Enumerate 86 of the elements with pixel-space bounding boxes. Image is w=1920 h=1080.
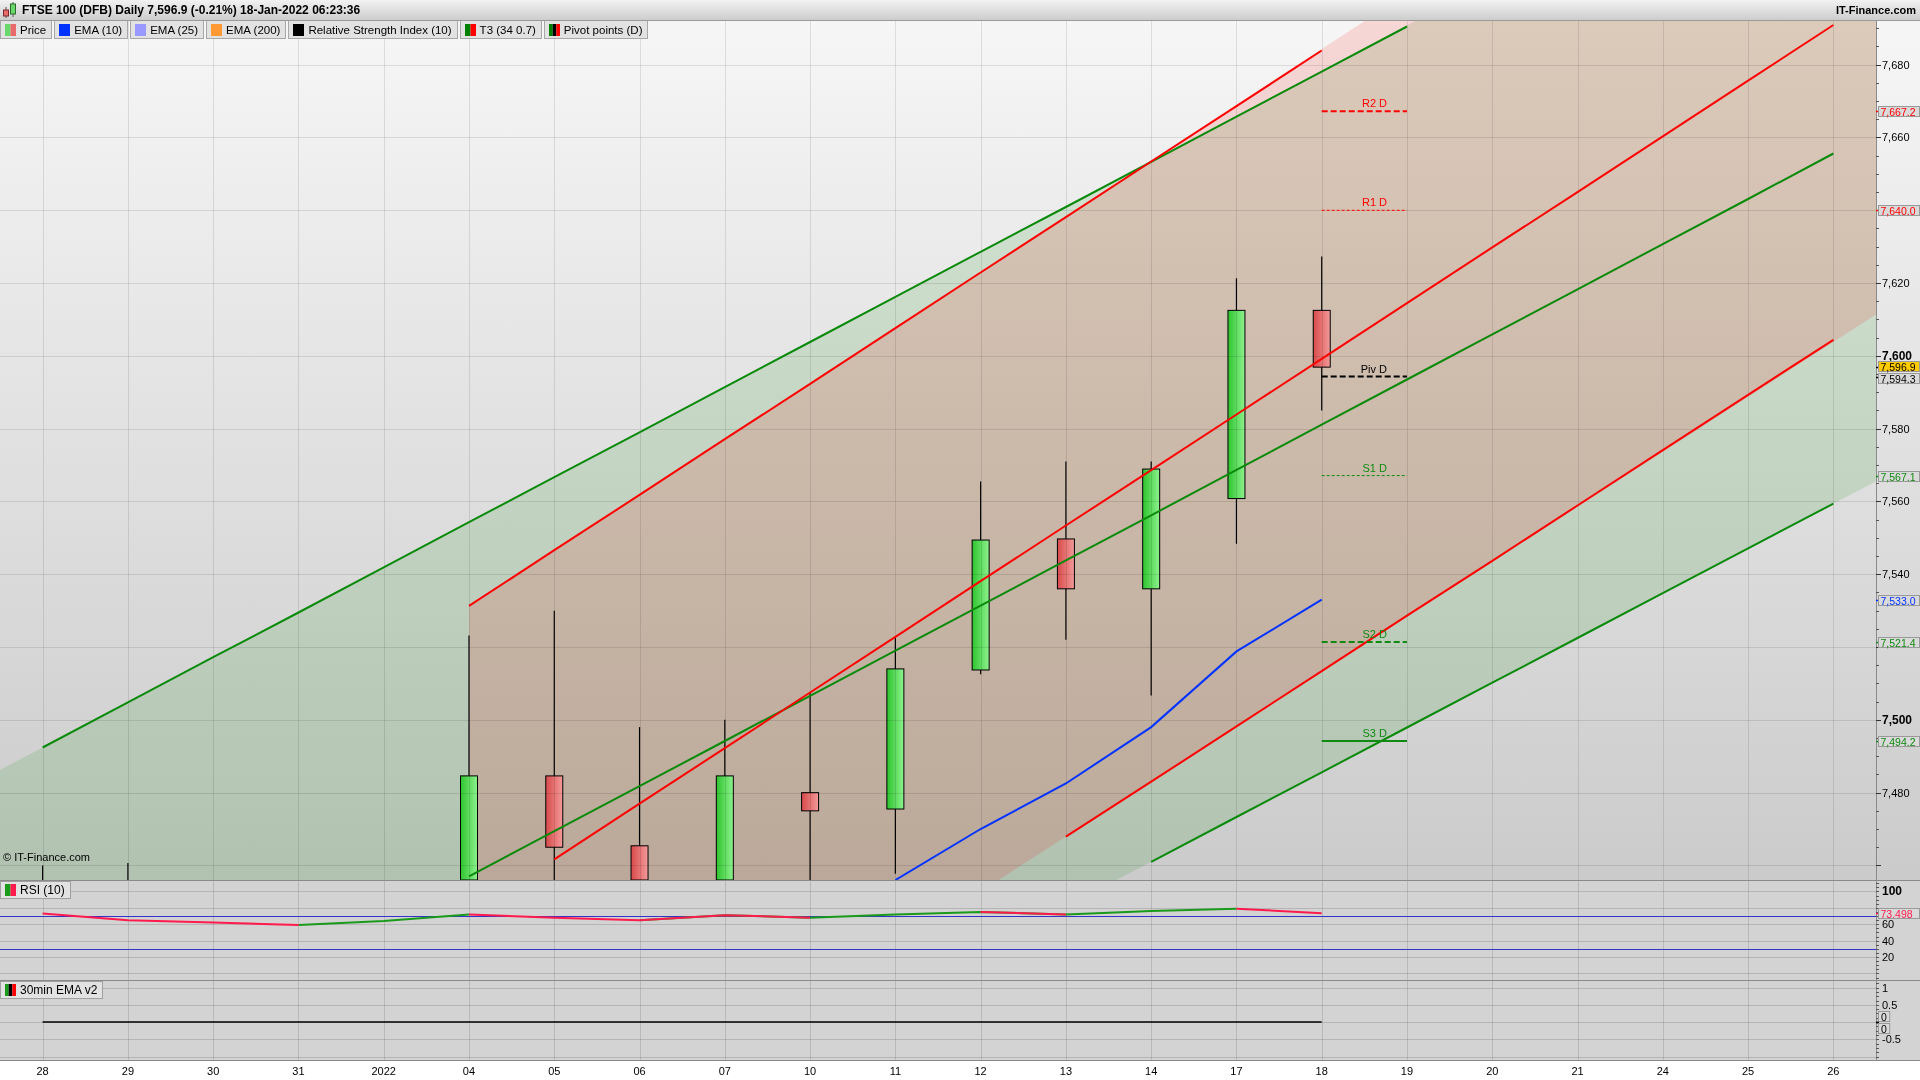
- price-axis-label: 7,500: [1882, 712, 1913, 727]
- annotation: 0: [1881, 1010, 1887, 1023]
- value-tag: 7,567.1: [1875, 470, 1920, 483]
- date-label: 26: [1827, 1063, 1840, 1078]
- y-tick-label: 7,521.4: [1880, 636, 1916, 649]
- y-tick-label: 7,667.2: [1880, 105, 1916, 118]
- date-label: 14: [1145, 1063, 1158, 1078]
- legend-label: EMA (25): [150, 23, 199, 36]
- price-axis-label: 7,620: [1882, 277, 1910, 290]
- y-tick-label: 7,594.3: [1880, 372, 1916, 385]
- pivot-label: R2 D: [1361, 97, 1387, 110]
- date-label: 21: [1571, 1063, 1584, 1078]
- price-axis-label: 7,600: [1882, 348, 1913, 363]
- color-swatch-icon: [135, 23, 147, 36]
- date-label: 06: [633, 1063, 646, 1078]
- date-label: 19: [1400, 1063, 1414, 1078]
- site-name: IT-Finance.com: [1835, 4, 1916, 16]
- pivot-label: S3 D: [1362, 726, 1387, 739]
- y-tick-label: 73.498: [1880, 907, 1913, 920]
- price-axis-label: 7,540: [1882, 568, 1910, 581]
- color-swatch-icon: [464, 23, 476, 36]
- color-swatch-icon: [5, 884, 16, 896]
- date-label: 2022: [371, 1063, 396, 1078]
- legend-label: EMA (200): [226, 23, 281, 36]
- value-tag: 7,596.9: [1875, 360, 1920, 373]
- candlestick-icon: [2, 1, 18, 19]
- date-label: 10: [803, 1063, 817, 1078]
- date-label: 24: [1656, 1063, 1669, 1078]
- color-swatch-icon: [293, 23, 305, 36]
- date-label: 28: [36, 1063, 49, 1078]
- date-label: 31: [292, 1063, 305, 1078]
- color-swatch-icon: [548, 23, 560, 36]
- y-tick-label: 7,494.2: [1880, 735, 1916, 748]
- value-tag: 7,521.4: [1875, 636, 1920, 649]
- y-tick-label: 7,640.0: [1880, 204, 1916, 217]
- date-label: 18: [1315, 1063, 1328, 1078]
- legend-label: Relative Strength Index (10): [308, 23, 452, 36]
- value-tag: 7,640.0: [1875, 204, 1920, 217]
- value-tag: 0: [1875, 1021, 1891, 1035]
- date-label: 25: [1741, 1063, 1755, 1078]
- value-tag: 73.498: [1875, 907, 1920, 920]
- price-axis-label: 7,680: [1882, 58, 1910, 71]
- y-tick-label: 7,533.0: [1880, 594, 1916, 607]
- date-label: 20: [1486, 1063, 1499, 1078]
- value-tag: 7,494.2: [1875, 735, 1920, 748]
- annotation: 0: [1881, 1022, 1887, 1035]
- pivot-label: Piv D: [1360, 362, 1387, 375]
- color-swatch-icon: [59, 23, 71, 36]
- date-label: 12: [974, 1063, 987, 1078]
- rsi-axis-label: 60: [1882, 918, 1895, 931]
- indicator-name: 30min EMA v2: [20, 983, 98, 997]
- color-swatch-icon: [5, 23, 16, 36]
- date-label: 04: [462, 1063, 476, 1078]
- price-axis-label: 7,580: [1882, 422, 1910, 435]
- color-swatch-icon: [5, 984, 16, 996]
- date-label: 17: [1230, 1063, 1243, 1078]
- date-label: 11: [889, 1063, 902, 1078]
- indicator-name: RSI (10): [20, 883, 65, 897]
- indicator-axis-label: 1: [1882, 981, 1889, 994]
- legend-label: T3 (34 0.7): [479, 23, 536, 36]
- indicator-axis-label: -0.5: [1882, 1033, 1901, 1046]
- y-tick-label: 7,596.9: [1880, 360, 1916, 373]
- chart-title: FTSE 100 (DFB) Daily 7,596.9 (-0.21%) 18-Jan-2022 06:23:36: [22, 3, 361, 17]
- color-swatch-icon: [211, 23, 223, 36]
- pivot-label: S1 D: [1362, 461, 1387, 474]
- y-tick-label: 7,567.1: [1880, 470, 1916, 483]
- price-axis-label: 7,660: [1882, 131, 1910, 144]
- copyright-text: © IT-Finance.com: [3, 851, 90, 863]
- legend-label: Pivot points (D): [563, 23, 643, 36]
- date-label: 07: [718, 1063, 731, 1078]
- rsi-axis-label: 40: [1882, 934, 1895, 947]
- rsi-axis-label: 100: [1882, 884, 1903, 899]
- value-tag: 7,667.2: [1875, 105, 1920, 118]
- date-label: 30: [207, 1063, 220, 1078]
- pivot-label: R1 D: [1361, 196, 1387, 209]
- legend-label: EMA (10): [74, 23, 123, 36]
- value-tag: 7,533.0: [1875, 594, 1920, 607]
- date-label: 29: [121, 1063, 134, 1078]
- rsi-axis-label: 20: [1882, 951, 1895, 964]
- legend-label: Price: [20, 23, 47, 36]
- date-label: 05: [548, 1063, 561, 1078]
- indicator-axis-label: 0.5: [1882, 998, 1898, 1011]
- price-axis-label: 7,560: [1882, 495, 1910, 508]
- price-axis-label: 7,480: [1882, 786, 1910, 799]
- date-label: 13: [1059, 1063, 1072, 1078]
- value-tag: 7,594.3: [1875, 372, 1920, 385]
